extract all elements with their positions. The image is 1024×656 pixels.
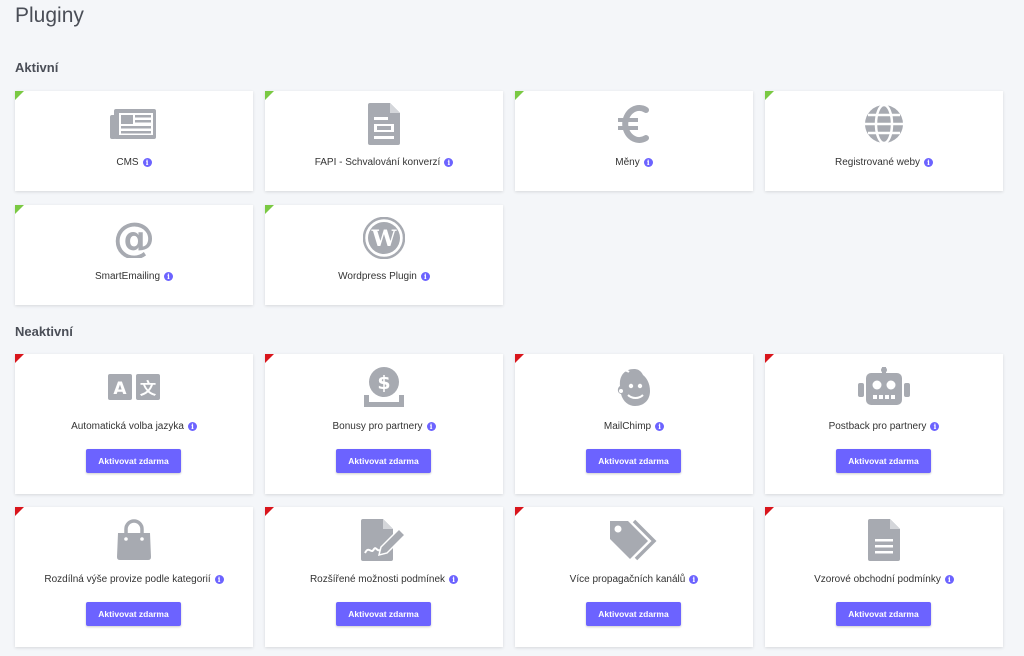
signature-icon	[265, 517, 503, 563]
plugin-label: Více propagačních kanálů	[569, 574, 686, 585]
euro-icon	[515, 101, 753, 147]
info-icon[interactable]: i	[944, 575, 954, 584]
svg-text:A: A	[113, 379, 127, 399]
translate-icon: A 文	[15, 364, 253, 410]
inactive-marker	[265, 354, 274, 363]
document-icon	[265, 101, 503, 147]
plugin-card-registrovane-weby[interactable]: Registrované weby i	[765, 91, 1003, 191]
info-icon[interactable]: i	[142, 158, 152, 167]
activate-free-button[interactable]: Aktivovat zdarma	[86, 449, 181, 473]
at-sign-icon: @	[15, 215, 253, 261]
plugin-label: SmartEmailing	[94, 271, 161, 282]
activate-free-button[interactable]: Aktivovat zdarma	[586, 449, 681, 473]
inactive-marker	[765, 507, 774, 516]
active-marker	[765, 91, 774, 100]
plugin-label: CMS	[116, 157, 139, 168]
section-title-active: Aktivní	[15, 60, 59, 75]
money-icon: $	[265, 364, 503, 410]
info-icon[interactable]: i	[449, 575, 459, 584]
info-icon[interactable]: i	[643, 158, 653, 167]
plugin-card-wordpress[interactable]: W Wordpress Plugin i	[265, 205, 503, 305]
inactive-marker	[15, 354, 24, 363]
info-icon[interactable]: i	[214, 575, 224, 584]
section-title-inactive: Neaktivní	[15, 324, 73, 339]
plugin-card-meny[interactable]: Měny i	[515, 91, 753, 191]
inactive-marker	[15, 507, 24, 516]
svg-text:$: $	[377, 372, 390, 394]
active-marker	[15, 91, 24, 100]
plugin-card-postback-pro-partnery[interactable]: Postback pro partnery i Aktivovat zdarma	[765, 354, 1003, 494]
plugin-card-bonusy-pro-partnery[interactable]: $ Bonusy pro partnery i Aktivovat zdarma	[265, 354, 503, 494]
globe-icon	[765, 101, 1003, 147]
activate-free-button[interactable]: Aktivovat zdarma	[586, 602, 681, 626]
plugins-page: Pluginy Aktivní CMS i FAPI - Schvalování…	[0, 0, 1024, 656]
plugin-label: Automatická volba jazyka	[71, 421, 184, 432]
info-icon[interactable]: i	[444, 158, 454, 167]
plugin-card-vice-propagacnich-kanalu[interactable]: Více propagačních kanálů i Aktivovat zda…	[515, 507, 753, 647]
file-text-icon	[765, 517, 1003, 563]
plugin-label: Vzorové obchodní podmínky	[814, 574, 941, 585]
plugin-label: Registrované weby	[834, 157, 921, 168]
plugin-label: MailChimp	[603, 421, 652, 432]
mailchimp-icon	[515, 364, 753, 410]
info-icon[interactable]: i	[930, 422, 940, 431]
plugin-card-automaticka-volba-jazyka[interactable]: A 文 Automatická volba jazyka i Aktivovat…	[15, 354, 253, 494]
plugin-label: FAPI - Schvalování konverzí	[314, 157, 441, 168]
plugin-label: Rozdílná výše provize podle kategorií	[44, 574, 211, 585]
activate-free-button[interactable]: Aktivovat zdarma	[336, 602, 431, 626]
active-marker	[265, 91, 274, 100]
plugin-card-cms[interactable]: CMS i	[15, 91, 253, 191]
active-marker	[15, 205, 24, 214]
plugin-label: Rozšířené možnosti podmínek	[309, 574, 446, 585]
plugin-card-mailchimp[interactable]: MailChimp i Aktivovat zdarma	[515, 354, 753, 494]
active-marker	[265, 205, 274, 214]
plugin-card-rozdilna-vyse-provize[interactable]: Rozdílná výše provize podle kategorií i …	[15, 507, 253, 647]
shopping-bag-icon	[15, 517, 253, 563]
newspaper-icon	[15, 101, 253, 147]
info-icon[interactable]: i	[187, 422, 197, 431]
plugin-card-smartemailing[interactable]: @ SmartEmailing i	[15, 205, 253, 305]
plugin-label: Postback pro partnery	[828, 421, 927, 432]
robot-icon	[765, 364, 1003, 410]
activate-free-button[interactable]: Aktivovat zdarma	[336, 449, 431, 473]
active-marker	[515, 91, 524, 100]
activate-free-button[interactable]: Aktivovat zdarma	[836, 449, 931, 473]
svg-text:@: @	[113, 218, 155, 258]
activate-free-button[interactable]: Aktivovat zdarma	[836, 602, 931, 626]
svg-text:W: W	[371, 226, 397, 252]
tags-icon	[515, 517, 753, 563]
info-icon[interactable]: i	[689, 575, 699, 584]
inactive-marker	[765, 354, 774, 363]
page-title: Pluginy	[15, 4, 84, 27]
info-icon[interactable]: i	[426, 422, 436, 431]
info-icon[interactable]: i	[924, 158, 934, 167]
inactive-marker	[515, 507, 524, 516]
info-icon[interactable]: i	[164, 272, 174, 281]
inactive-marker	[515, 354, 524, 363]
plugin-card-vzorove-obchodni-podminky[interactable]: Vzorové obchodní podmínky i Aktivovat zd…	[765, 507, 1003, 647]
activate-free-button[interactable]: Aktivovat zdarma	[86, 602, 181, 626]
plugin-card-fapi[interactable]: FAPI - Schvalování konverzí i	[265, 91, 503, 191]
plugin-label: Bonusy pro partnery	[332, 421, 423, 432]
plugin-card-rozsirene-moznosti-podminek[interactable]: Rozšířené možnosti podmínek i Aktivovat …	[265, 507, 503, 647]
svg-text:文: 文	[140, 379, 157, 398]
info-icon[interactable]: i	[420, 272, 430, 281]
wordpress-icon: W	[265, 215, 503, 261]
plugin-label: Měny	[615, 157, 640, 168]
plugin-label: Wordpress Plugin	[338, 271, 417, 282]
info-icon[interactable]: i	[655, 422, 665, 431]
inactive-marker	[265, 507, 274, 516]
